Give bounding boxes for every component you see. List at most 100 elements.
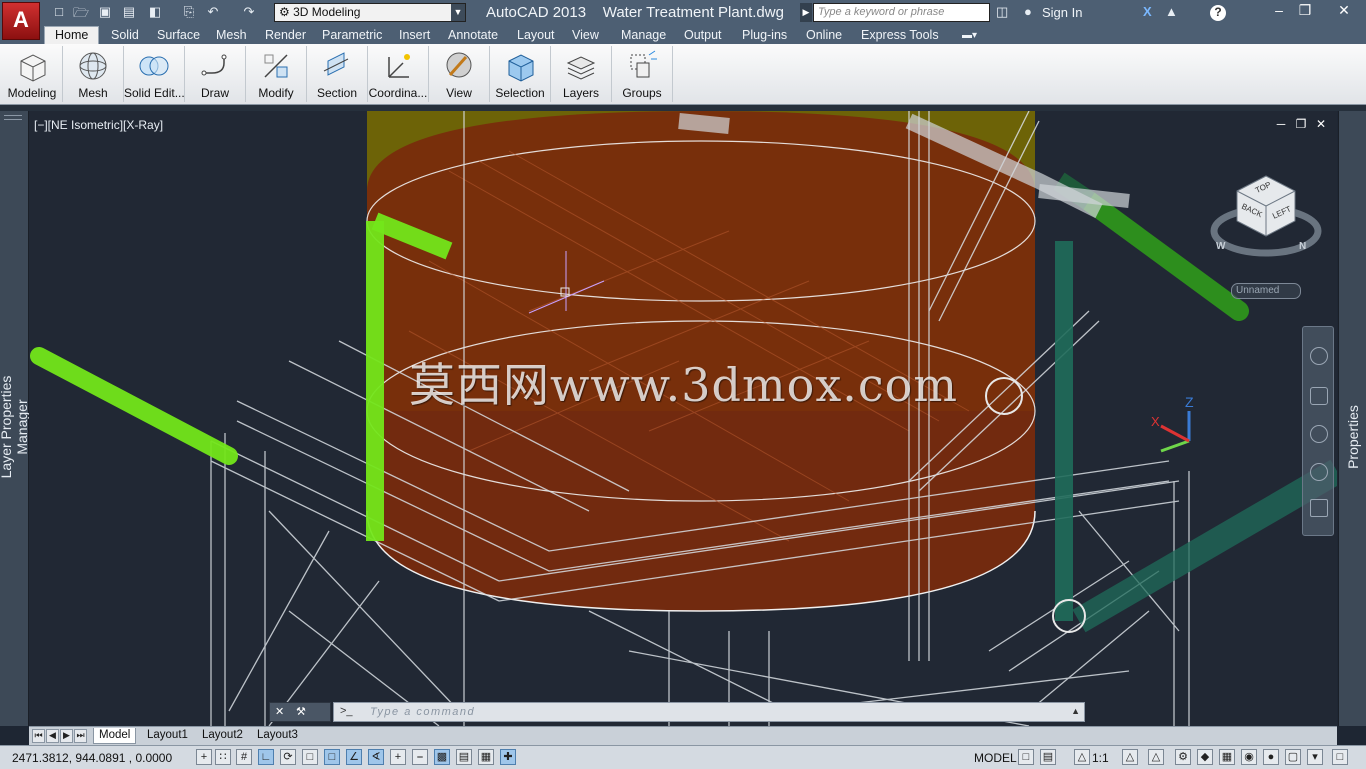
infer-constraints-icon[interactable]: + [196,749,212,765]
dyn-icon[interactable]: + [390,749,406,765]
osnap-icon[interactable]: □ [324,749,340,765]
hardware-acceleration-icon[interactable]: ▦ [1219,749,1235,765]
application-menu-button[interactable]: A [2,2,40,40]
sign-in-button[interactable]: Sign In [1042,5,1082,20]
ducs-icon[interactable]: ∢ [368,749,384,765]
isolate-objects-icon[interactable]: ◉ [1241,749,1257,765]
grid-icon[interactable]: # [236,749,252,765]
polar-icon[interactable]: ⟳ [280,749,296,765]
help-icon[interactable]: ? [1210,5,1226,21]
search-input[interactable]: Type a keyword or phrase [813,3,990,22]
restore-button[interactable]: ❐ [1290,2,1320,20]
tab-home[interactable]: Home [44,26,100,45]
tab-annotate[interactable]: Annotate [448,27,498,44]
tab-parametric[interactable]: Parametric [322,27,382,44]
ribbon-panel-layers[interactable]: Layers [551,46,612,102]
ribbon-panel-view[interactable]: View [429,46,490,102]
clean-screen-toggle-icon[interactable]: □ [1332,749,1348,765]
autodesk-360-icon[interactable]: ▲ [1165,4,1178,19]
customization-icon[interactable]: ▾ [1307,749,1323,765]
palette-grip[interactable] [4,115,22,120]
viewcube-compass-n[interactable]: N [1299,241,1306,252]
redo-icon[interactable]: ↷ [240,4,258,20]
lock-icon[interactable]: ◆ [1197,749,1213,765]
ribbon-panel-groups[interactable]: Groups [612,46,673,102]
viewcube-compass-w[interactable]: W [1216,241,1225,252]
clean-screen-icon[interactable]: ▢ [1285,749,1301,765]
open-icon[interactable]: 🗁 [72,4,90,26]
tab-layout3[interactable]: Layout3 [257,728,298,743]
selection-cycling-icon[interactable]: ▦ [478,749,494,765]
zoom-icon[interactable] [1310,425,1328,443]
otrack-icon[interactable]: ∠ [346,749,362,765]
ribbon-panel-draw[interactable]: Draw [185,46,246,102]
model-space-toggle[interactable]: MODEL [974,751,1017,765]
print-icon[interactable]: ⎘ [180,4,198,20]
pan-icon[interactable] [1310,387,1328,405]
first-layout-icon[interactable]: ⏮ [32,729,45,743]
tab-model[interactable]: Model [93,728,137,744]
tab-manage[interactable]: Manage [621,27,666,44]
close-button[interactable]: ✕ [1322,2,1366,20]
annotation-autoscale-icon[interactable]: △ [1148,749,1164,765]
viewport-restore-button[interactable]: ❐ [1293,117,1309,131]
transparency-icon[interactable]: ▩ [434,749,450,765]
viewport-minimize-button[interactable]: ─ [1273,117,1289,131]
tab-view[interactable]: View [572,27,599,44]
save-as-icon[interactable]: ▤ [120,4,138,20]
ribbon-panel-coordinates[interactable]: Coordina... [368,46,429,102]
tab-online[interactable]: Online [806,27,842,44]
showmotion-icon[interactable] [1310,499,1328,517]
ortho-icon[interactable]: ∟ [258,749,274,765]
search-expand-button[interactable]: ▶ [800,3,812,22]
command-input[interactable]: Type a command [370,706,475,718]
layer-properties-palette[interactable]: Layer Properties Manager [0,111,30,726]
ucs-menu[interactable]: Unnamed [1231,283,1301,299]
ribbon-options-icon[interactable]: ▬▾ [962,27,977,44]
coordinates-readout[interactable]: 2471.3812, 944.0891 , 0.0000 [12,751,172,765]
wrench-icon[interactable]: ⚒ [296,705,306,718]
ribbon-panel-selection[interactable]: Selection [490,46,551,102]
binoculars-icon[interactable]: ◫ [996,4,1008,20]
exchange-icon[interactable]: X [1143,4,1152,19]
plot-preview-icon[interactable]: ◧ [146,4,164,20]
save-icon[interactable]: ▣ [96,4,114,20]
tab-mesh[interactable]: Mesh [216,27,247,44]
ribbon-panel-mesh[interactable]: Mesh [63,46,124,102]
osnap-3d-icon[interactable]: □ [302,749,318,765]
viewport-close-button[interactable]: ✕ [1313,117,1329,131]
command-line[interactable]: >_ Type a command ▲ [333,702,1085,722]
layout-view-icon[interactable]: □ [1018,749,1034,765]
3d-osnap-icon[interactable]: ✚ [500,749,516,765]
annotation-visibility-icon[interactable]: △ [1074,749,1090,765]
command-history-icon[interactable]: ▲ [1071,706,1080,716]
annotation-scale[interactable]: 1:1 [1092,751,1109,765]
drawing-viewport[interactable]: [−][NE Isometric][X-Ray] ─ ❐ ✕ 莫西网www.3d… [29,111,1337,726]
tab-solid[interactable]: Solid [111,27,139,44]
snap-icon[interactable]: ∷ [215,749,231,765]
lightbulb-icon[interactable]: ● [1263,749,1279,765]
tab-layout[interactable]: Layout [517,27,555,44]
last-layout-icon[interactable]: ⏭ [74,729,87,743]
steering-wheel-icon[interactable] [1310,347,1328,365]
tab-render[interactable]: Render [265,27,306,44]
workspace-dropdown[interactable]: ⚙ 3D Modeling ▼ [274,3,466,22]
ribbon-panel-modeling[interactable]: Modeling [2,46,63,102]
next-layout-icon[interactable]: ▶ [60,729,73,743]
ribbon-panel-section[interactable]: Section [307,46,368,102]
close-icon[interactable]: ✕ [275,705,284,718]
tab-surface[interactable]: Surface [157,27,200,44]
new-icon[interactable]: □ [50,4,68,19]
annotation-scale-sync-icon[interactable]: △ [1122,749,1138,765]
undo-icon[interactable]: ↶ [204,4,222,20]
tab-layout2[interactable]: Layout2 [202,728,243,743]
tab-output[interactable]: Output [684,27,722,44]
tab-insert[interactable]: Insert [399,27,430,44]
ribbon-panel-solid-edit[interactable]: Solid Edit... [124,46,185,102]
tab-layout1[interactable]: Layout1 [147,728,188,743]
lineweight-icon[interactable]: ⎯ [412,749,428,765]
tab-express-tools[interactable]: Express Tools [861,27,939,44]
workspace-switching-icon[interactable]: ⚙ [1175,749,1191,765]
ribbon-panel-modify[interactable]: Modify [246,46,307,102]
previous-layout-icon[interactable]: ◀ [46,729,59,743]
